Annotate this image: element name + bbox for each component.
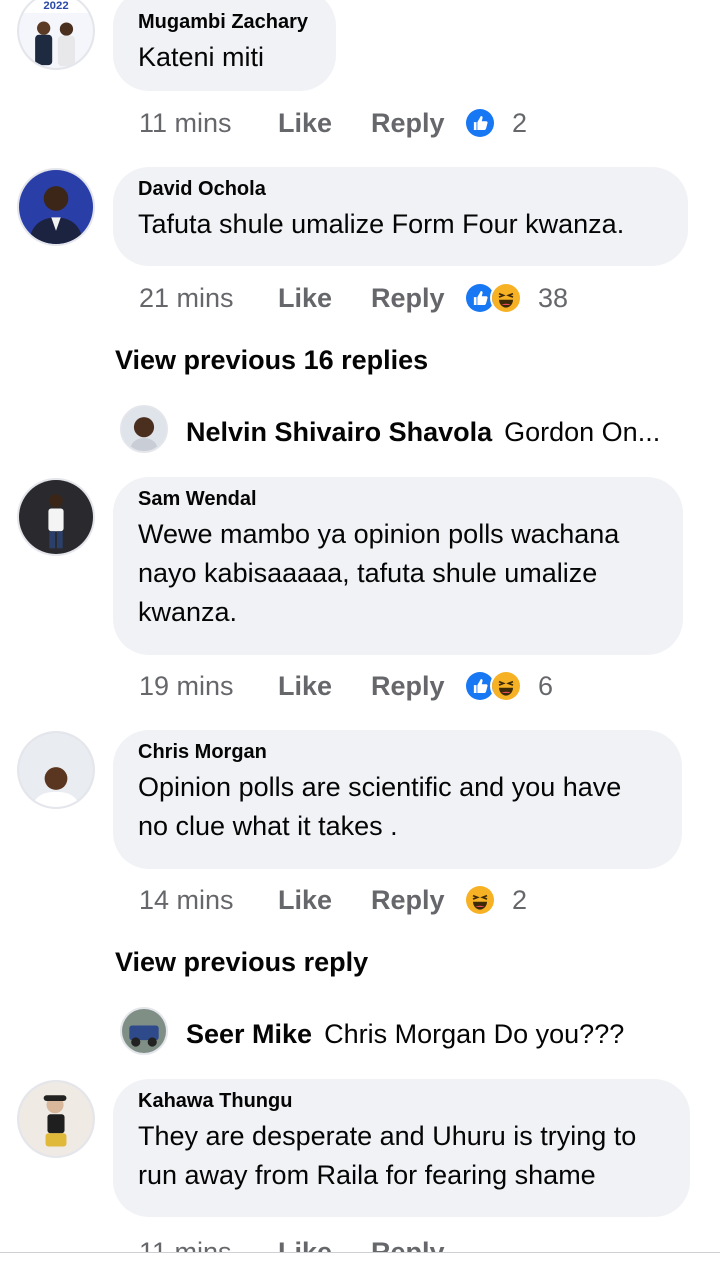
haha-reaction-icon <box>464 884 496 916</box>
comment-author[interactable]: Sam Wendal <box>138 487 657 511</box>
comment-bubble: Sam Wendal Wewe mambo ya opinion polls w… <box>113 477 683 655</box>
reactions[interactable]: 2 <box>464 884 527 916</box>
comment-author[interactable]: Chris Morgan <box>138 740 656 764</box>
comment-actions: 19 mins Like Reply 6 <box>139 666 553 706</box>
comment-time[interactable]: 11 mins <box>139 108 278 139</box>
svg-text:2022: 2022 <box>43 0 68 12</box>
comment-bubble: Mugambi Zachary Kateni miti <box>113 0 336 91</box>
avatar[interactable] <box>17 731 95 809</box>
reply-preview[interactable]: Nelvin Shivairo Shavola Gordon On... <box>186 417 660 448</box>
comment-author[interactable]: David Ochola <box>138 177 662 201</box>
comment-bubble: Kahawa Thungu They are desperate and Uhu… <box>113 1079 690 1217</box>
avatar[interactable] <box>17 1080 95 1158</box>
reply-button[interactable]: Reply <box>371 1232 464 1252</box>
avatar[interactable] <box>120 405 168 453</box>
comment-actions: 11 mins Like Reply 2 <box>139 103 527 143</box>
comment-text: Kateni miti <box>138 42 265 72</box>
reaction-count: 2 <box>512 884 528 915</box>
avatar[interactable] <box>120 1007 168 1055</box>
reply-text: Chris Morgan Do you??? <box>324 1019 625 1049</box>
comment-author[interactable]: Kahawa Thungu <box>138 1089 664 1113</box>
reaction-count: 2 <box>512 107 528 138</box>
like-button[interactable]: Like <box>278 671 371 702</box>
reaction-count: 6 <box>538 670 554 701</box>
reply-preview[interactable]: Seer Mike Chris Morgan Do you??? <box>186 1019 624 1050</box>
reactions[interactable]: 6 <box>464 670 553 702</box>
like-button[interactable]: Like <box>278 283 371 314</box>
comment-time[interactable]: 14 mins <box>139 885 278 916</box>
view-previous-reply-link[interactable]: View previous reply <box>115 947 368 978</box>
haha-reaction-icon <box>490 670 522 702</box>
comment-actions: 11 mins Like Reply <box>139 1232 464 1252</box>
comment-time[interactable]: 11 mins <box>139 1232 278 1252</box>
reply-author[interactable]: Nelvin Shivairo Shavola <box>186 417 492 447</box>
reply-author[interactable]: Seer Mike <box>186 1019 312 1049</box>
comment-text: They are desperate and Uhuru is trying t… <box>138 1121 637 1190</box>
divider <box>0 1252 720 1253</box>
avatar[interactable] <box>17 478 95 556</box>
reply-button[interactable]: Reply <box>371 885 464 916</box>
comment-time[interactable]: 19 mins <box>139 671 278 702</box>
reply-button[interactable]: Reply <box>371 108 464 139</box>
reactions[interactable]: 38 <box>464 282 568 314</box>
reply-button[interactable]: Reply <box>371 671 464 702</box>
view-previous-replies-link[interactable]: View previous 16 replies <box>115 345 428 376</box>
like-button[interactable]: Like <box>278 1232 371 1252</box>
comment-actions: 14 mins Like Reply 2 <box>139 880 527 920</box>
comment-author[interactable]: Mugambi Zachary <box>138 10 310 34</box>
comment-actions: 21 mins Like Reply 38 <box>139 278 568 318</box>
comment-text: Tafuta shule umalize Form Four kwanza. <box>138 209 625 239</box>
reply-button[interactable]: Reply <box>371 283 464 314</box>
reaction-count: 38 <box>538 282 569 313</box>
avatar[interactable]: 2022 <box>17 0 95 70</box>
comment-text: Wewe mambo ya opinion polls wachana nayo… <box>138 519 620 627</box>
reactions[interactable]: 2 <box>464 107 527 139</box>
comment-bubble: David Ochola Tafuta shule umalize Form F… <box>113 167 688 266</box>
comment-time[interactable]: 21 mins <box>139 283 278 314</box>
like-reaction-icon <box>464 107 496 139</box>
haha-reaction-icon <box>490 282 522 314</box>
reply-text: Gordon On... <box>504 417 661 447</box>
avatar[interactable] <box>17 168 95 246</box>
comment-bubble: Chris Morgan Opinion polls are scientifi… <box>113 730 682 869</box>
like-button[interactable]: Like <box>278 885 371 916</box>
comment-text: Opinion polls are scientific and you hav… <box>138 772 622 841</box>
like-button[interactable]: Like <box>278 108 371 139</box>
